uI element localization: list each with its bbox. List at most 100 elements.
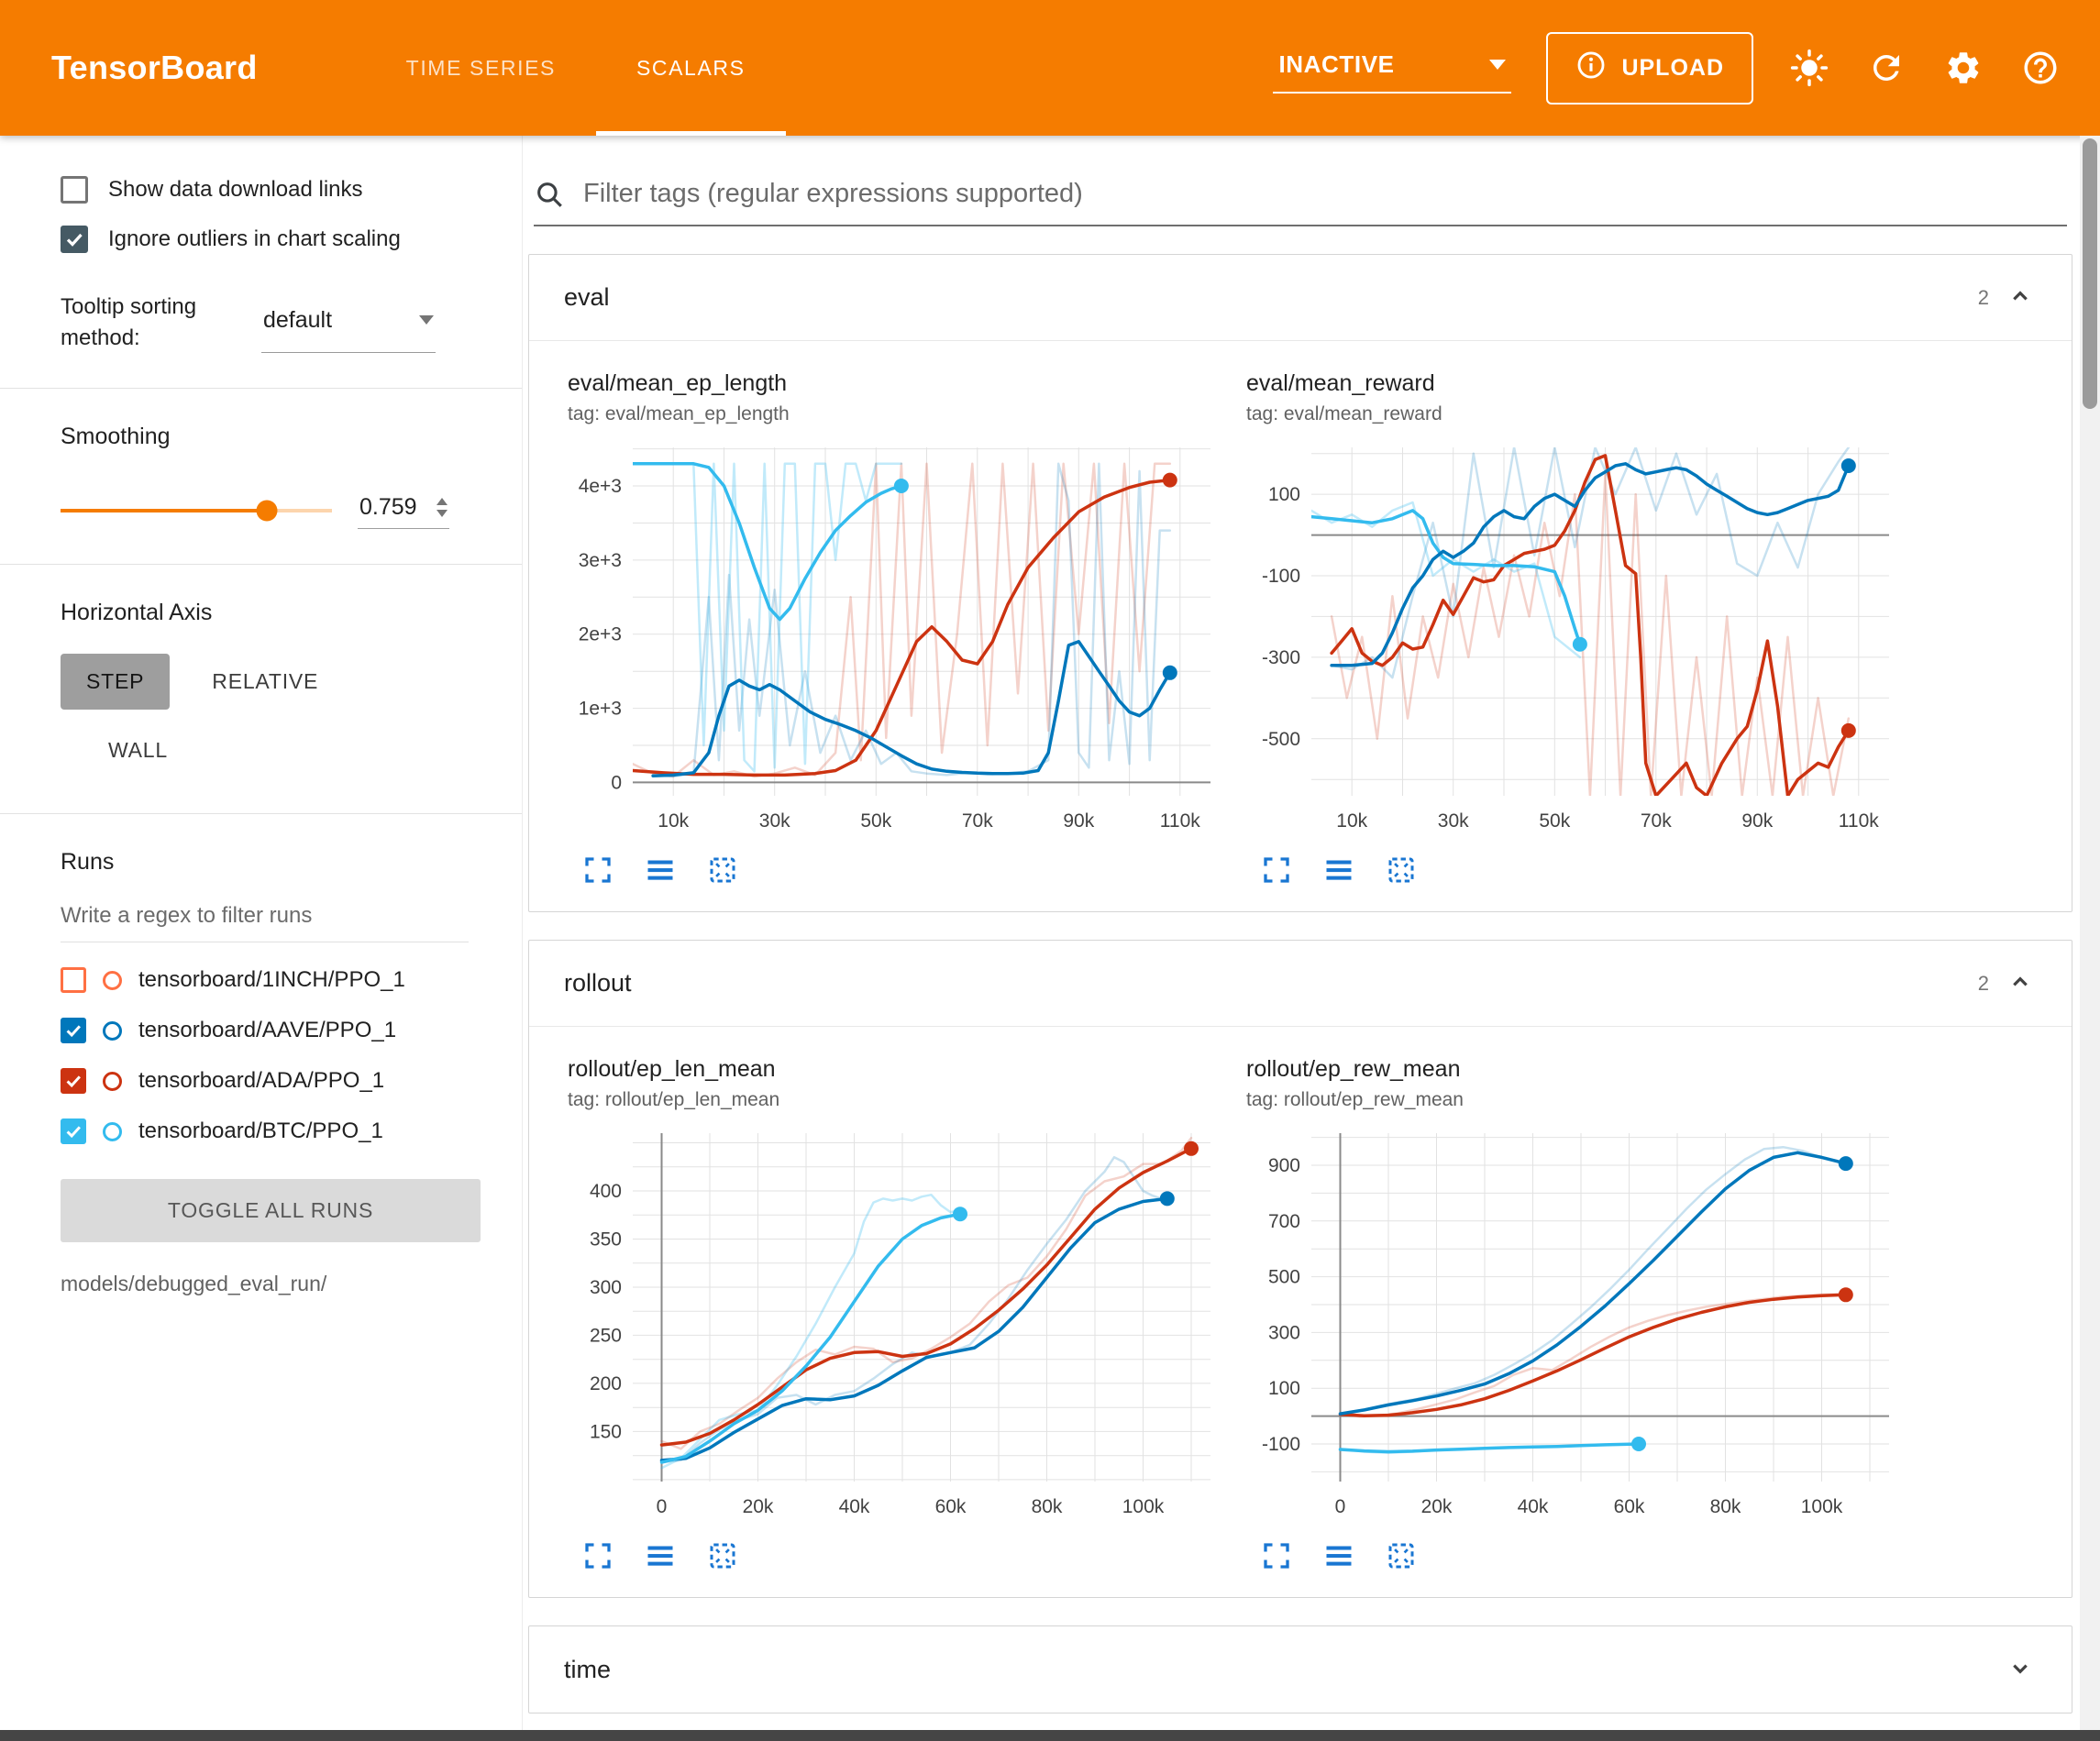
run-checkbox[interactable]	[61, 1118, 86, 1144]
vertical-scrollbar	[2080, 136, 2100, 1730]
axis-wall-button[interactable]: WALL	[83, 722, 193, 778]
svg-text:100: 100	[1268, 1378, 1300, 1399]
chart-actions	[579, 1537, 1221, 1575]
show-download-links-row[interactable]: Show data download links	[61, 176, 496, 204]
run-row-1inch[interactable]: tensorboard/1INCH/PPO_1	[61, 967, 496, 993]
show-download-links-checkbox[interactable]	[61, 176, 88, 204]
view-data-table-button[interactable]	[641, 851, 680, 889]
expand-chart-button[interactable]	[1257, 851, 1296, 889]
brightness-toggle-button[interactable]	[1788, 47, 1830, 89]
chart-card-rollout-ep-len-mean: rollout/ep_len_mean tag: rollout/ep_len_…	[568, 1056, 1221, 1575]
chevron-down-icon	[1489, 60, 1506, 70]
expand-chart-button[interactable]	[579, 851, 617, 889]
expand-section-button[interactable]	[2004, 1652, 2037, 1688]
smoothing-slider-knob[interactable]	[256, 501, 277, 522]
tab-time-series[interactable]: TIME SERIES	[366, 0, 596, 136]
settings-button[interactable]	[1942, 47, 1984, 89]
chart-tag: tag: eval/mean_ep_length	[568, 403, 1221, 425]
axis-relative-button[interactable]: RELATIVE	[186, 654, 344, 710]
upload-button-label: UPLOAD	[1621, 55, 1724, 82]
svg-text:90k: 90k	[1063, 810, 1094, 832]
fullscreen-icon	[581, 854, 614, 887]
fit-domain-button[interactable]	[1382, 851, 1420, 889]
tab-scalars[interactable]: SCALARS	[596, 0, 786, 136]
view-data-table-button[interactable]	[641, 1537, 680, 1575]
svg-text:-500: -500	[1262, 729, 1300, 750]
stepper-arrows-icon[interactable]	[437, 498, 448, 517]
run-checkbox[interactable]	[61, 1068, 86, 1094]
chevron-up-icon	[2006, 967, 2035, 997]
chart-title: eval/mean_reward	[1246, 370, 1899, 397]
smoothing-value-input[interactable]	[359, 494, 427, 521]
tooltip-sorting-select[interactable]: default	[261, 295, 436, 353]
run-row-ada[interactable]: tensorboard/ADA/PPO_1	[61, 1068, 496, 1094]
svg-text:60k: 60k	[1614, 1496, 1645, 1517]
svg-text:-100: -100	[1262, 566, 1300, 587]
svg-text:0: 0	[657, 1496, 668, 1517]
smoothing-slider[interactable]	[61, 509, 332, 512]
horizontal-scrollbar[interactable]	[0, 1730, 2100, 1741]
tensorboard-app: TensorBoard TIME SERIES SCALARS INACTIVE…	[0, 0, 2100, 1730]
svg-text:2e+3: 2e+3	[579, 624, 622, 645]
view-data-table-button[interactable]	[1320, 1537, 1358, 1575]
runs-filter-input[interactable]	[61, 894, 469, 942]
fit-domain-button[interactable]	[1382, 1537, 1420, 1575]
gear-icon	[1944, 49, 1983, 87]
chart-plot[interactable]: 10k30k50k70k90k110k100-100-300-500	[1246, 436, 1899, 840]
section-body-rollout: rollout/ep_len_mean tag: rollout/ep_len_…	[529, 1027, 2072, 1597]
run-checkbox[interactable]	[61, 967, 86, 993]
expand-chart-button[interactable]	[1257, 1537, 1296, 1575]
fit-domain-button[interactable]	[703, 1537, 742, 1575]
ignore-outliers-label: Ignore outliers in chart scaling	[108, 226, 401, 252]
upload-button[interactable]: UPLOAD	[1546, 32, 1753, 105]
runs-label: Runs	[61, 849, 496, 876]
reload-button[interactable]	[1865, 47, 1907, 89]
axis-step-button[interactable]: STEP	[61, 654, 170, 710]
run-color-indicator	[103, 1122, 122, 1141]
sun-icon	[1790, 49, 1829, 87]
run-color-indicator	[103, 971, 122, 990]
expand-chart-button[interactable]	[579, 1537, 617, 1575]
collapse-section-button[interactable]	[2004, 965, 2037, 1001]
svg-text:0: 0	[1335, 1496, 1346, 1517]
chart-title: rollout/ep_len_mean	[568, 1056, 1221, 1083]
data-table-icon	[644, 1539, 677, 1572]
chart-tag: tag: rollout/ep_rew_mean	[1246, 1089, 1899, 1111]
chart-plot[interactable]: 020k40k60k80k100k150200250300350400	[568, 1122, 1221, 1526]
svg-text:300: 300	[590, 1277, 622, 1298]
fit-domain-button[interactable]	[703, 851, 742, 889]
ignore-outliers-checkbox[interactable]	[61, 226, 88, 253]
search-icon	[534, 179, 565, 210]
divider	[0, 388, 522, 389]
status-dropdown[interactable]: INACTIVE	[1273, 43, 1511, 94]
fit-domain-icon	[1385, 1539, 1418, 1572]
tag-filter-input[interactable]	[581, 178, 2067, 210]
chart-card-eval-mean-reward: eval/mean_reward tag: eval/mean_reward 1…	[1246, 370, 1899, 889]
chart-card-eval-mean-ep-length: eval/mean_ep_length tag: eval/mean_ep_le…	[568, 370, 1221, 889]
section-header-eval[interactable]: eval 2	[529, 255, 2072, 341]
toggle-all-runs-button[interactable]: TOGGLE ALL RUNS	[61, 1179, 481, 1242]
data-table-icon	[1322, 1539, 1355, 1572]
section-header-rollout[interactable]: rollout 2	[529, 941, 2072, 1027]
help-button[interactable]	[2019, 47, 2061, 89]
nav-tabs: TIME SERIES SCALARS	[366, 0, 786, 136]
svg-text:900: 900	[1268, 1155, 1300, 1176]
divider	[0, 564, 522, 565]
vertical-scrollbar-thumb[interactable]	[2083, 138, 2097, 409]
chart-plot[interactable]: 10k30k50k70k90k110k01e+32e+33e+34e+3	[568, 436, 1221, 840]
smoothing-slider-fill	[61, 509, 267, 512]
svg-text:100k: 100k	[1122, 1496, 1165, 1517]
collapse-section-button[interactable]	[2004, 280, 2037, 315]
run-row-btc[interactable]: tensorboard/BTC/PPO_1	[61, 1118, 496, 1144]
chart-plot[interactable]: 020k40k60k80k100k-100100300500700900	[1246, 1122, 1899, 1526]
ignore-outliers-row[interactable]: Ignore outliers in chart scaling	[61, 226, 496, 253]
run-label: tensorboard/BTC/PPO_1	[138, 1118, 383, 1144]
view-data-table-button[interactable]	[1320, 851, 1358, 889]
run-checkbox[interactable]	[61, 1018, 86, 1043]
section-header-time[interactable]: time	[529, 1626, 2072, 1713]
smoothing-value-box	[358, 492, 449, 529]
run-row-aave[interactable]: tensorboard/AAVE/PPO_1	[61, 1018, 496, 1043]
svg-text:350: 350	[590, 1229, 622, 1251]
chart-actions	[1257, 851, 1899, 889]
section-count-badge: 2	[1978, 972, 1989, 996]
